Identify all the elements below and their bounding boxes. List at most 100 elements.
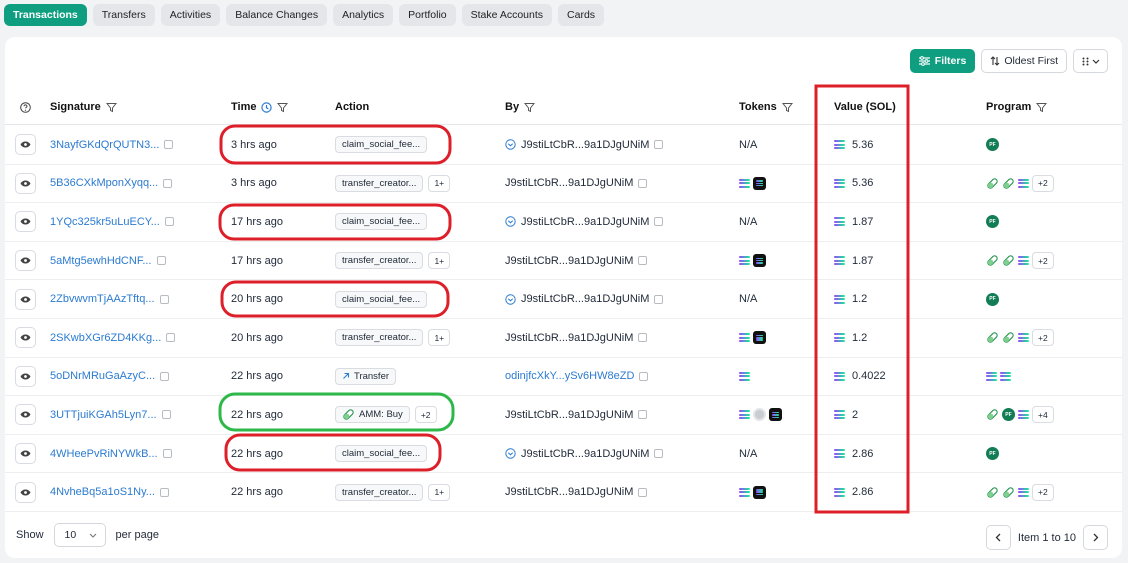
copy-icon[interactable]	[638, 410, 648, 420]
view-details-button[interactable]	[15, 288, 36, 310]
filter-funnel-icon[interactable]	[524, 102, 536, 113]
action-more-badge[interactable]: 1+	[428, 483, 451, 501]
program-more-badge[interactable]: +2	[1032, 174, 1054, 192]
action-chip[interactable]: Transfer	[335, 367, 397, 385]
clock-icon[interactable]	[261, 101, 273, 113]
tab-stake-accounts[interactable]: Stake Accounts	[461, 4, 553, 26]
copy-icon[interactable]	[163, 178, 173, 188]
copy-icon[interactable]	[159, 487, 169, 497]
by-address[interactable]: J9stiLtCbR...9a1DJgUNiM	[505, 486, 633, 498]
sort-button[interactable]: Oldest First	[981, 49, 1067, 73]
table-row: 3NayfGKdQrQUTN3... 3 hrs ago claim_socia…	[5, 126, 1122, 165]
program-more-badge[interactable]: +2	[1032, 329, 1054, 347]
by-address[interactable]: J9stiLtCbR...9a1DJgUNiM	[521, 216, 649, 228]
filter-funnel-icon[interactable]	[277, 102, 289, 113]
copy-icon[interactable]	[654, 449, 664, 459]
chevron-left-icon	[995, 533, 1001, 542]
filter-funnel-icon[interactable]	[1036, 102, 1048, 113]
copy-icon[interactable]	[156, 256, 166, 266]
filter-funnel-icon[interactable]	[781, 102, 793, 113]
action-more-badge[interactable]: 1+	[428, 174, 451, 192]
program-more-badge[interactable]: +2	[1032, 252, 1054, 270]
page-size-select[interactable]: 10	[53, 523, 106, 547]
by-address[interactable]: J9stiLtCbR...9a1DJgUNiM	[521, 448, 649, 460]
action-chip[interactable]: claim_social_fee...	[335, 136, 428, 154]
tab-analytics[interactable]: Analytics	[333, 4, 394, 26]
solana-icon	[739, 256, 750, 266]
copy-icon[interactable]	[638, 487, 648, 497]
copy-icon[interactable]	[638, 178, 648, 188]
tab-balance-changes[interactable]: Balance Changes	[226, 4, 328, 26]
action-chip[interactable]: transfer_creator...	[335, 483, 424, 501]
copy-icon[interactable]	[164, 217, 174, 227]
by-address[interactable]: J9stiLtCbR...9a1DJgUNiM	[521, 139, 649, 151]
tab-cards[interactable]: Cards	[558, 4, 605, 26]
action-chip[interactable]: claim_social_fee...	[335, 290, 428, 308]
view-details-button[interactable]	[15, 404, 36, 426]
action-chip[interactable]: transfer_creator...	[335, 252, 424, 270]
program-more-badge[interactable]: +2	[1032, 483, 1054, 501]
sol-value: 5.36	[852, 177, 874, 190]
signature-link[interactable]: 1YQc325kr5uLuECY...	[50, 216, 160, 228]
copy-icon[interactable]	[638, 333, 648, 343]
action-label: claim_social_fee...	[342, 448, 421, 460]
copy-icon[interactable]	[639, 371, 649, 381]
pill-program-icon	[987, 486, 998, 498]
signature-link[interactable]: 5B36CXkMponXyqq...	[50, 177, 158, 189]
by-address[interactable]: J9stiLtCbR...9a1DJgUNiM	[521, 293, 649, 305]
copy-icon[interactable]	[654, 140, 664, 150]
view-details-button[interactable]	[15, 365, 36, 387]
filters-button[interactable]: Filters	[909, 49, 976, 73]
by-address[interactable]: J9stiLtCbR...9a1DJgUNiM	[505, 255, 633, 267]
by-address[interactable]: J9stiLtCbR...9a1DJgUNiM	[505, 409, 633, 421]
program-more-badge[interactable]: +4	[1032, 406, 1054, 424]
view-details-button[interactable]	[15, 443, 36, 465]
wrapped-sol-icon	[753, 485, 766, 499]
signature-link[interactable]: 2ZbvwvmTjAAzTftq...	[50, 293, 155, 305]
view-details-button[interactable]	[15, 250, 36, 272]
copy-icon[interactable]	[159, 294, 169, 304]
columns-menu-button[interactable]	[1073, 49, 1108, 73]
action-more-badge[interactable]: 1+	[428, 252, 451, 270]
copy-icon[interactable]	[164, 140, 174, 150]
action-more-badge[interactable]: +2	[414, 406, 437, 424]
action-more-badge[interactable]: 1+	[428, 329, 451, 347]
tab-activities[interactable]: Activities	[160, 4, 221, 26]
action-chip[interactable]: claim_social_fee...	[335, 445, 428, 463]
signature-link[interactable]: 4NvheBq5a1oS1Ny...	[50, 486, 155, 498]
view-details-button[interactable]	[15, 481, 36, 503]
action-chip[interactable]: AMM: Buy	[335, 406, 410, 424]
signature-link[interactable]: 3NayfGKdQrQUTN3...	[50, 139, 159, 151]
signature-link[interactable]: 5oDNrMRuGaAzyC...	[50, 370, 155, 382]
view-details-button[interactable]	[15, 134, 36, 156]
by-address[interactable]: J9stiLtCbR...9a1DJgUNiM	[505, 177, 633, 189]
signature-link[interactable]: 2SKwbXGr6ZD4KKg...	[50, 332, 161, 344]
prev-page-button[interactable]	[985, 525, 1011, 550]
copy-icon[interactable]	[162, 449, 172, 459]
copy-icon[interactable]	[161, 410, 171, 420]
tokens-header-label: Tokens	[739, 101, 777, 113]
view-details-button[interactable]	[15, 172, 36, 194]
tab-transactions[interactable]: Transactions	[4, 4, 87, 26]
view-details-button[interactable]	[15, 211, 36, 233]
time-value: 22 hrs ago	[231, 486, 283, 499]
by-address[interactable]: J9stiLtCbR...9a1DJgUNiM	[505, 332, 633, 344]
view-details-button[interactable]	[15, 327, 36, 349]
tab-portfolio[interactable]: Portfolio	[399, 4, 456, 26]
signature-link[interactable]: 5aMtg5ewhHdCNF...	[50, 255, 152, 267]
copy-icon[interactable]	[166, 333, 176, 343]
copy-icon[interactable]	[654, 217, 664, 227]
action-chip[interactable]: transfer_creator...	[335, 329, 424, 347]
filter-funnel-icon[interactable]	[105, 102, 117, 113]
action-chip[interactable]: claim_social_fee...	[335, 213, 428, 231]
by-address[interactable]: odinjfcXkY...ySv6HW8eZD	[505, 370, 634, 382]
copy-icon[interactable]	[160, 371, 170, 381]
copy-icon[interactable]	[654, 294, 664, 304]
tab-transfers[interactable]: Transfers	[92, 4, 155, 26]
next-page-button[interactable]	[1083, 525, 1108, 550]
copy-icon[interactable]	[638, 256, 648, 266]
signature-link[interactable]: 3UTTjuiKGAh5Lyn7...	[50, 409, 157, 421]
sol-value: 1.87	[852, 215, 874, 228]
signature-link[interactable]: 4WHeePvRiNYWkB...	[50, 448, 158, 460]
action-chip[interactable]: transfer_creator...	[335, 174, 424, 192]
